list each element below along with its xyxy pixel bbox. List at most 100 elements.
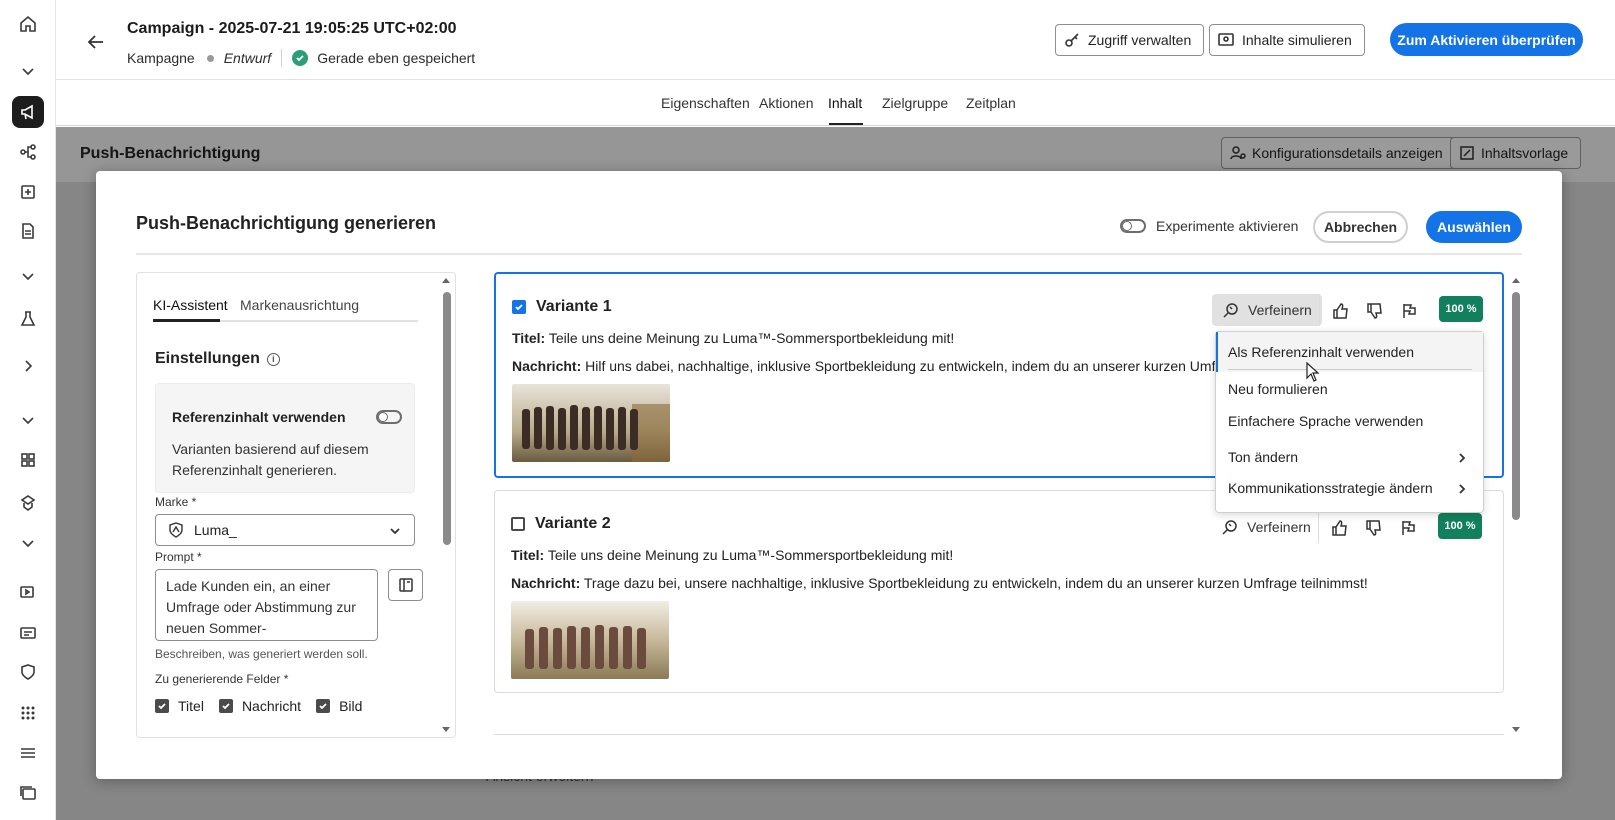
checkbox[interactable] [155, 699, 169, 713]
brand-logo-icon [169, 522, 183, 538]
refine-icon [1223, 303, 1238, 318]
divider [136, 253, 1522, 255]
tab-properties[interactable]: Eigenschaften [661, 95, 750, 111]
variants-scrollbar[interactable] [1509, 272, 1523, 738]
tab-ai-assistant[interactable]: KI-Assistent [153, 297, 228, 313]
menu-item-simpler-language[interactable]: Einfachere Sprache verwenden [1228, 413, 1423, 429]
thumbs-up-icon[interactable] [1331, 519, 1349, 537]
variant-title-line: Titel: Teile uns deine Meinung zu Luma™-… [512, 330, 954, 346]
chevron-right-icon [1459, 453, 1466, 463]
menu-item-rephrase[interactable]: Neu formulieren [1228, 381, 1328, 397]
tab-schedule[interactable]: Zeitplan [966, 95, 1016, 111]
checkbox[interactable] [316, 699, 331, 713]
refine-button[interactable]: Verfeinern [1211, 511, 1321, 543]
chevron-down-icon[interactable] [12, 404, 44, 436]
journeys-icon[interactable] [12, 136, 44, 168]
campaigns-icon[interactable] [12, 96, 44, 128]
chevron-down-icon[interactable] [12, 260, 44, 292]
scroll-down-icon[interactable] [439, 725, 453, 735]
cards-icon[interactable] [12, 777, 44, 809]
tab-content[interactable]: Inhalt [828, 95, 862, 111]
reference-toggle[interactable] [376, 410, 402, 424]
divider [1319, 294, 1320, 326]
field-image-checkbox[interactable]: Bild [316, 698, 362, 714]
left-scrollbar[interactable] [439, 272, 453, 738]
title-label: Titel: [512, 330, 546, 346]
settings-heading: Einstellungen i [155, 350, 280, 368]
chevron-down-icon [390, 528, 400, 535]
menu-item-use-as-reference[interactable]: Als Referenzinhalt verwenden [1216, 332, 1483, 372]
thumbs-down-icon[interactable] [1365, 519, 1383, 537]
content-icon[interactable] [12, 176, 44, 208]
scroll-thumb[interactable] [1512, 292, 1520, 520]
checkbox[interactable] [218, 699, 233, 713]
apps-icon[interactable] [12, 697, 44, 729]
variant-message: Hilf uns dabei, nachhaltige, inklusive S… [585, 358, 1244, 374]
flask-icon[interactable] [12, 303, 44, 335]
flag-icon[interactable] [1401, 302, 1419, 320]
divider [1318, 511, 1319, 543]
decisioning-icon[interactable] [12, 487, 44, 519]
status-dot [206, 54, 214, 62]
tab-brand-alignment[interactable]: Markenausrichtung [240, 297, 359, 313]
chevron-down-icon[interactable] [12, 527, 44, 559]
variant-header: Variante 2 [511, 515, 611, 533]
prompt-label-text: Prompt [155, 550, 194, 564]
campaign-header: Campaign - 2025-07-21 19:05:25 UTC+02:00… [56, 0, 1615, 80]
scroll-thumb[interactable] [443, 292, 451, 545]
scroll-up-icon[interactable] [1509, 275, 1523, 285]
document-icon[interactable] [12, 215, 44, 247]
chevron-down-icon[interactable] [12, 55, 44, 87]
key-icon [1065, 33, 1079, 47]
experiments-label: Experimente aktivieren [1156, 218, 1299, 234]
refine-button[interactable]: Verfeinern [1212, 294, 1322, 326]
brand-icon[interactable] [12, 656, 44, 688]
prompt-library-button[interactable] [388, 569, 423, 601]
list-card-icon[interactable] [12, 617, 44, 649]
brand-select[interactable]: Luma_ [155, 514, 415, 546]
tab-audience[interactable]: Zielgruppe [882, 95, 948, 111]
manage-access-button[interactable]: Zugriff verwalten [1055, 24, 1205, 56]
chevron-right-icon[interactable] [12, 350, 44, 382]
field-message-label: Nachricht [241, 698, 302, 714]
refine-label: Verfeinern [1248, 302, 1312, 318]
chevron-right-icon [1459, 484, 1466, 494]
variant-checkbox[interactable] [511, 517, 525, 531]
variant-title-line: Titel: Teile uns deine Meinung zu Luma™-… [511, 547, 953, 563]
refine-menu: Als Referenzinhalt verwenden Neu formuli… [1215, 331, 1484, 513]
variant-card[interactable]: Variante 2 Titel: Teile uns deine Meinun… [494, 490, 1504, 693]
menu-item-change-tone[interactable]: Ton ändern [1228, 449, 1298, 465]
scroll-up-icon[interactable] [439, 275, 453, 285]
variant-checkbox[interactable] [512, 300, 526, 314]
components-icon[interactable] [12, 444, 44, 476]
review-activate-button[interactable]: Zum Aktivieren überprüfen [1390, 23, 1583, 56]
variant-card-partial [494, 734, 1504, 744]
mouse-cursor-icon [1306, 362, 1320, 382]
variant-image [512, 384, 670, 462]
back-arrow-icon[interactable] [80, 26, 112, 58]
variant-message-line: Nachricht: Hilf uns dabei, nachhaltige, … [512, 358, 1244, 374]
menu-item-change-strategy[interactable]: Kommunikationsstrategie ändern [1228, 480, 1433, 496]
tab-actions[interactable]: Aktionen [759, 95, 813, 111]
experiments-toggle[interactable]: Experimente aktivieren [1120, 218, 1298, 234]
thumbs-down-icon[interactable] [1366, 302, 1384, 320]
home-icon[interactable] [12, 8, 44, 40]
info-icon[interactable]: i [266, 352, 280, 366]
fields-label-text: Zu generierende Felder [155, 672, 281, 686]
field-title-checkbox[interactable]: Titel [155, 698, 204, 714]
simulate-content-button[interactable]: Inhalte simulieren [1209, 24, 1365, 56]
toggle-switch[interactable] [1120, 219, 1146, 233]
prompt-textarea[interactable]: Lade Kunden ein, an einer Umfrage oder A… [155, 569, 378, 641]
flag-icon[interactable] [1400, 519, 1418, 537]
field-message-checkbox[interactable]: Nachricht [218, 698, 302, 714]
cancel-button[interactable]: Abbrechen [1313, 211, 1408, 243]
divider [281, 49, 283, 67]
scroll-down-icon[interactable] [1509, 725, 1523, 735]
thumbs-up-icon[interactable] [1332, 302, 1350, 320]
score-badge: 100 % [1439, 296, 1483, 322]
manage-access-label: Zugriff verwalten [1088, 32, 1192, 48]
menu-icon[interactable] [12, 737, 44, 769]
select-button[interactable]: Auswählen [1426, 211, 1522, 243]
campaign-tabs: Eigenschaften Aktionen Inhalt Zielgruppe… [56, 81, 1615, 126]
media-icon[interactable] [12, 576, 44, 608]
